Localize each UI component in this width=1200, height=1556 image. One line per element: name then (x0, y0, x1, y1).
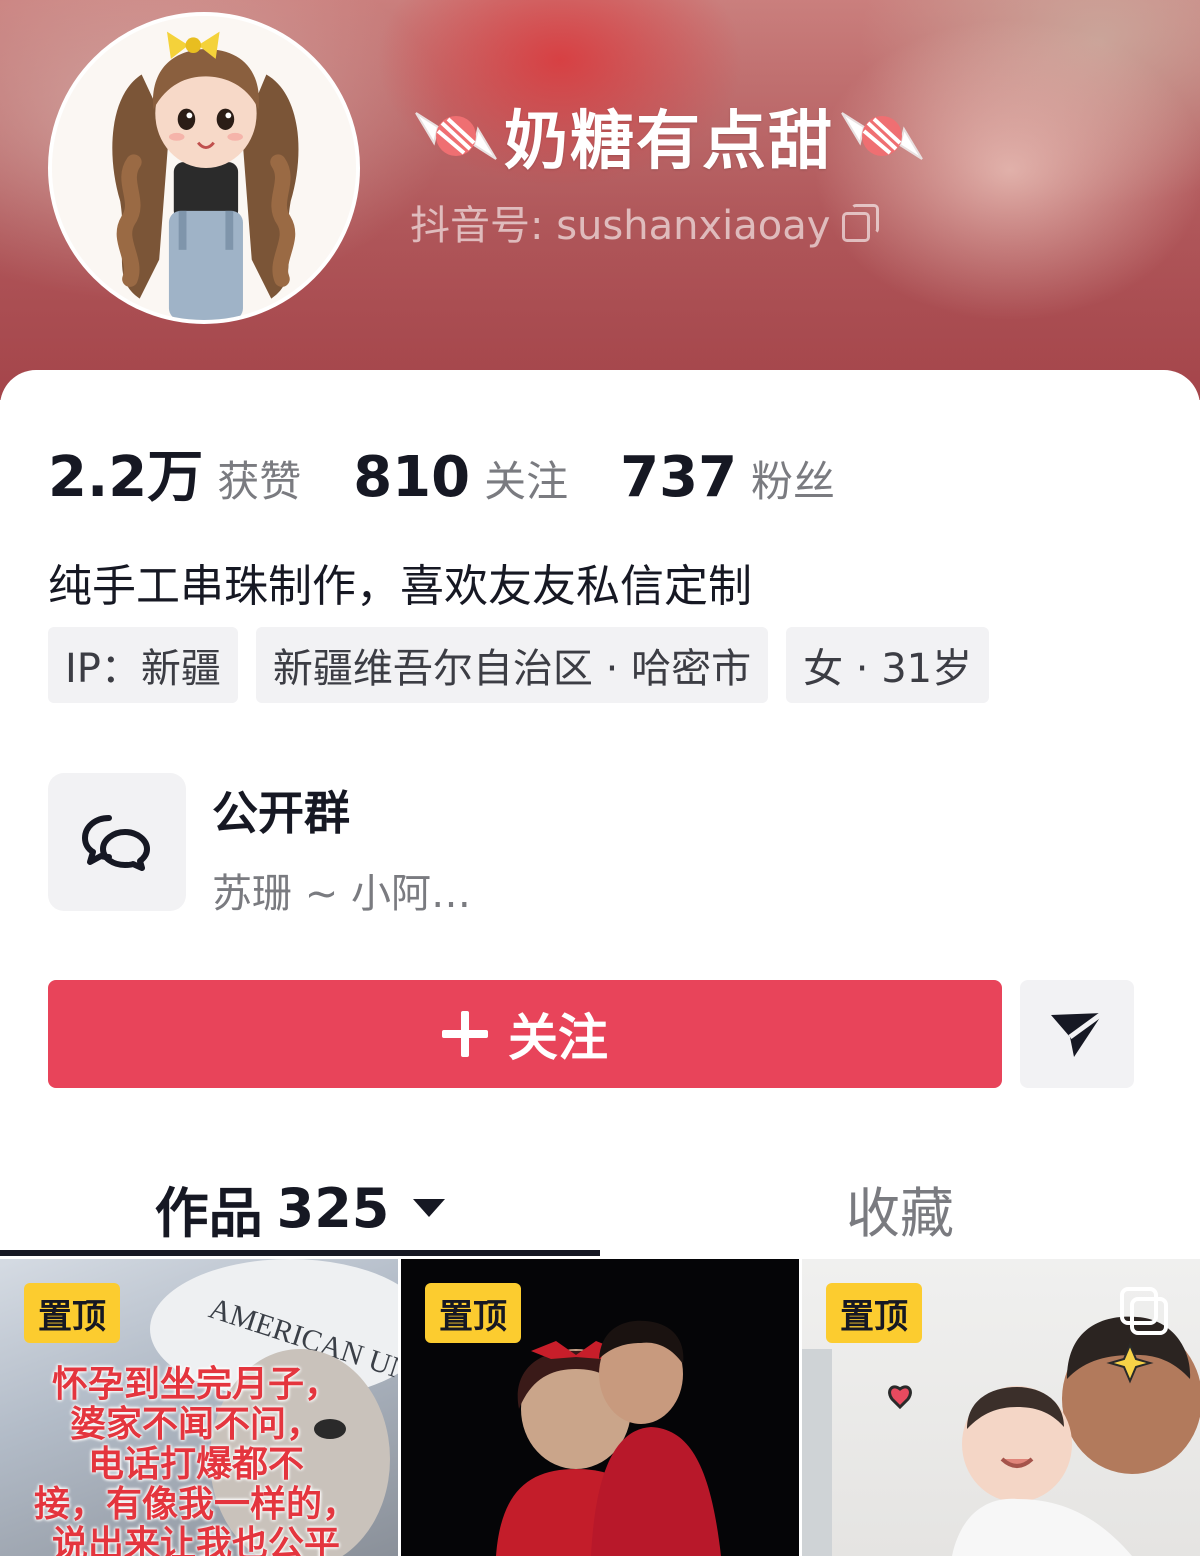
group-subtitle: 苏珊 ~ 小阿… (212, 871, 471, 917)
candy-icon (841, 112, 923, 160)
group-title: 公开群 (212, 786, 350, 840)
pinned-badge: 置顶 (24, 1283, 120, 1343)
stat-following[interactable]: 810 关注 (353, 445, 568, 510)
caret-down-icon[interactable] (413, 1199, 446, 1217)
bio: 纯手工串珠制作，喜欢友友私信定制 (48, 561, 752, 612)
avatar-illustration (52, 16, 356, 320)
stats-row: 2.2万 获赞 810 关注 737 粉丝 (48, 432, 887, 513)
video-grid: AMERICAN UNIVERSITY 置顶 怀孕到坐完月子， 婆家不闻不问， … (0, 1259, 1200, 1556)
nickname: 奶糖有点甜 (504, 105, 834, 179)
tab-works[interactable]: 作品 325 (0, 1160, 600, 1256)
content-tabs: 作品 325 收藏 (0, 1160, 1200, 1256)
douyin-id: 抖音号: sushanxiaoay (410, 203, 831, 249)
gender-age-tag: 女 · 31岁 (786, 627, 990, 703)
pinned-badge: 置顶 (425, 1283, 521, 1343)
video-caption-overlay: 怀孕到坐完月子， 婆家不闻不问， 电话打爆都不 接，有像我一样的， 说出来让我也… (33, 1364, 358, 1556)
video-thumbnail[interactable]: 置顶 (802, 1259, 1200, 1556)
message-button[interactable] (1020, 980, 1134, 1088)
chat-bubbles-icon (48, 773, 186, 911)
tab-favorites[interactable]: 收藏 (600, 1160, 1200, 1256)
copy-icon[interactable] (842, 204, 880, 242)
stat-label: 获赞 (217, 457, 302, 506)
tag-row: IP：新疆 新疆维吾尔自治区 · 哈密市 女 · 31岁 (48, 627, 990, 703)
candy-icon (415, 112, 497, 160)
tab-works-label: 作品 (154, 1181, 263, 1245)
follow-button[interactable]: 关注 (48, 980, 1002, 1088)
stat-value: 810 (353, 445, 471, 510)
douyin-id-row[interactable]: 抖音号: sushanxiaoay (410, 193, 880, 251)
tab-favorites-label: 收藏 (846, 1181, 954, 1245)
active-tab-indicator (0, 1250, 600, 1256)
video-thumbnail[interactable]: 置顶 (401, 1259, 799, 1556)
stat-label: 粉丝 (751, 457, 836, 506)
stat-label: 关注 (484, 457, 569, 506)
avatar[interactable] (48, 12, 360, 324)
stat-value: 2.2万 (48, 445, 204, 510)
pinned-badge: 置顶 (826, 1283, 922, 1343)
ip-tag: IP：新疆 (48, 627, 238, 703)
location-tag: 新疆维吾尔自治区 · 哈密市 (255, 627, 769, 703)
video-thumbnail[interactable]: AMERICAN UNIVERSITY 置顶 怀孕到坐完月子， 婆家不闻不问， … (0, 1259, 398, 1556)
nickname-row: 奶糖有点甜 (412, 90, 926, 182)
follow-label: 关注 (508, 1009, 608, 1067)
stat-likes[interactable]: 2.2万 获赞 (48, 432, 301, 513)
send-icon (1051, 1010, 1105, 1057)
stat-followers[interactable]: 737 粉丝 (620, 445, 835, 510)
plus-icon (442, 1011, 488, 1057)
public-group-entry[interactable]: 公开群 苏珊 ~ 小阿… (48, 773, 648, 917)
tab-works-count: 325 (276, 1176, 390, 1240)
stat-value: 737 (620, 445, 738, 510)
